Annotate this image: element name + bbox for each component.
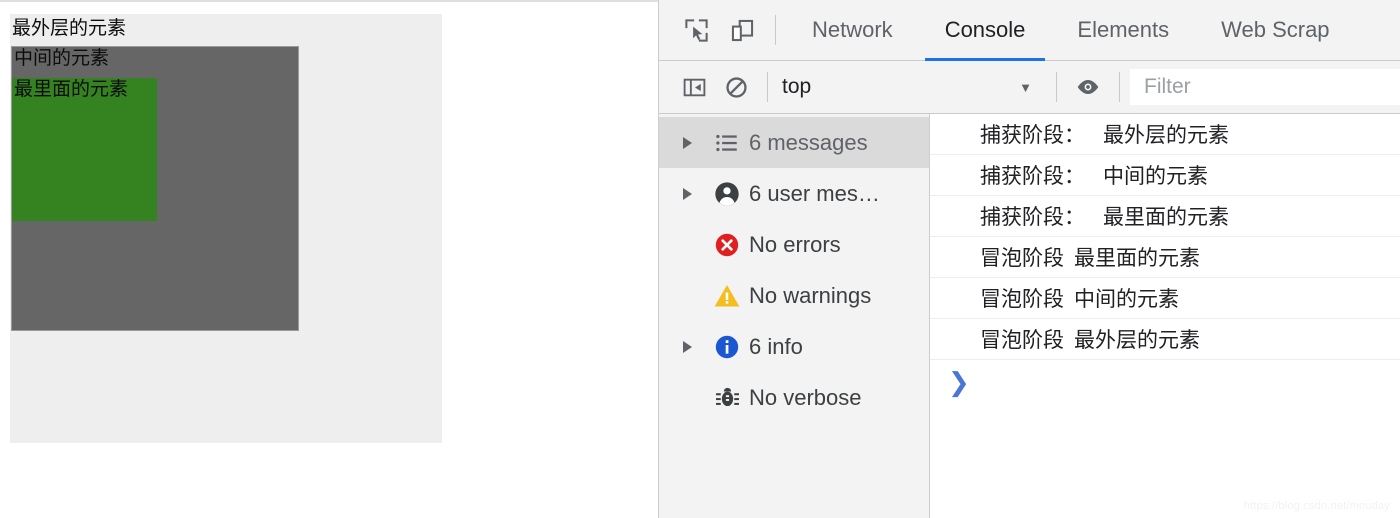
message-target: 最里面的元素 [1103,205,1229,229]
info-icon [705,333,749,361]
inner-element-box[interactable]: 最里面的元素 [12,78,157,221]
sidebar-item-label: 6 user mes… [749,180,880,206]
message-phase: 冒泡阶段 [980,246,1064,270]
sidebar-item-info[interactable]: 6 info [659,321,929,372]
sidebar-item-messages[interactable]: 6 messages [659,117,929,168]
console-body: 6 messages 6 user mes… No errors No warn… [659,114,1400,518]
sidebar-item-user-messages[interactable]: 6 user mes… [659,168,929,219]
warning-icon [705,282,749,310]
message-phase: 捕获阶段： [980,123,1085,147]
message-target: 最外层的元素 [1103,123,1229,147]
person-icon [705,180,749,208]
rendered-page-pane: 最外层的元素 中间的元素 最里面的元素 [0,0,658,518]
watermark: https://blog.csdn.net/mouday [1243,500,1390,512]
prompt-chevron-icon: ❯ [948,368,970,398]
tab-console[interactable]: Console [919,0,1052,61]
live-expression-button[interactable] [1067,67,1109,107]
console-message-row[interactable]: 冒泡阶段 最里面的元素 [930,237,1400,278]
sidebar-item-verbose[interactable]: No verbose [659,372,929,423]
execution-context-select[interactable]: top ▼ [778,67,1046,107]
device-toolbar-icon [731,19,753,41]
page-top-divider [0,0,658,2]
console-sidebar: 6 messages 6 user mes… No errors No warn… [659,114,930,518]
expand-arrow-icon[interactable] [683,187,705,200]
console-message-row[interactable]: 冒泡阶段 最外层的元素 [930,319,1400,360]
outer-element-label: 最外层的元素 [12,17,127,39]
sidebar-item-label: 6 messages [749,129,868,155]
console-filter-toolbar: top ▼ Filter [659,61,1400,114]
clear-console-icon [725,76,747,98]
message-target: 最里面的元素 [1074,246,1200,270]
console-prompt-row[interactable]: ❯ [930,360,1400,406]
console-message-row[interactable]: 捕获阶段： 最里面的元素 [930,196,1400,237]
message-target: 最外层的元素 [1074,328,1200,352]
sidebar-item-label: No errors [749,231,841,257]
tab-network[interactable]: Network [786,0,919,61]
sidebar-item-warnings[interactable]: No warnings [659,270,929,321]
devtools-panel: Network Console Elements Web Scrap top ▼ [658,0,1400,518]
middle-element-label: 中间的元素 [14,47,110,69]
execution-context-value: top [782,75,812,98]
inspect-element-button[interactable] [673,8,719,52]
console-message-row[interactable]: 捕获阶段： 中间的元素 [930,155,1400,196]
middle-element-box[interactable]: 中间的元素 最里面的元素 [11,46,299,331]
clear-console-button[interactable] [715,67,757,107]
toolbar-divider-3 [1056,72,1057,102]
expand-arrow-icon[interactable] [683,136,705,149]
device-toolbar-button[interactable] [719,8,765,52]
message-phase: 捕获阶段： [980,164,1085,188]
sidebar-item-label: No warnings [749,282,872,308]
sidebar-item-label: No verbose [749,384,862,410]
devtools-tab-list: Network Console Elements Web Scrap [786,0,1356,61]
chevron-down-icon: ▼ [1019,79,1032,95]
console-message-row[interactable]: 冒泡阶段 中间的元素 [930,278,1400,319]
show-console-sidebar-icon [683,78,705,96]
console-message-list: 捕获阶段： 最外层的元素 捕获阶段： 中间的元素 捕获阶段： 最里面的元素 冒泡… [930,114,1400,518]
message-phase: 冒泡阶段 [980,328,1064,352]
error-icon [705,231,749,259]
toolbar-divider-2 [767,72,768,102]
console-sidebar-toggle-button[interactable] [673,67,715,107]
message-target: 中间的元素 [1074,287,1179,311]
message-target: 中间的元素 [1103,164,1208,188]
tab-elements[interactable]: Elements [1051,0,1195,61]
console-filter-input[interactable]: Filter [1130,69,1400,105]
bug-icon [705,384,749,411]
live-expression-eye-icon [1077,79,1099,95]
outer-element-box[interactable]: 最外层的元素 中间的元素 最里面的元素 [10,14,442,443]
tab-web-scraper[interactable]: Web Scrap [1195,0,1355,61]
expand-arrow-icon[interactable] [683,340,705,353]
toolbar-divider-4 [1119,72,1120,102]
sidebar-item-label: 6 info [749,333,803,359]
inspect-element-icon [684,18,708,42]
message-phase: 捕获阶段： [980,205,1085,229]
toolbar-divider-1 [775,15,776,45]
message-phase: 冒泡阶段 [980,287,1064,311]
console-message-row[interactable]: 捕获阶段： 最外层的元素 [930,114,1400,155]
inner-element-label: 最里面的元素 [14,78,129,100]
sidebar-item-errors[interactable]: No errors [659,219,929,270]
devtools-tabstrip: Network Console Elements Web Scrap [659,0,1400,61]
list-icon [705,130,749,156]
